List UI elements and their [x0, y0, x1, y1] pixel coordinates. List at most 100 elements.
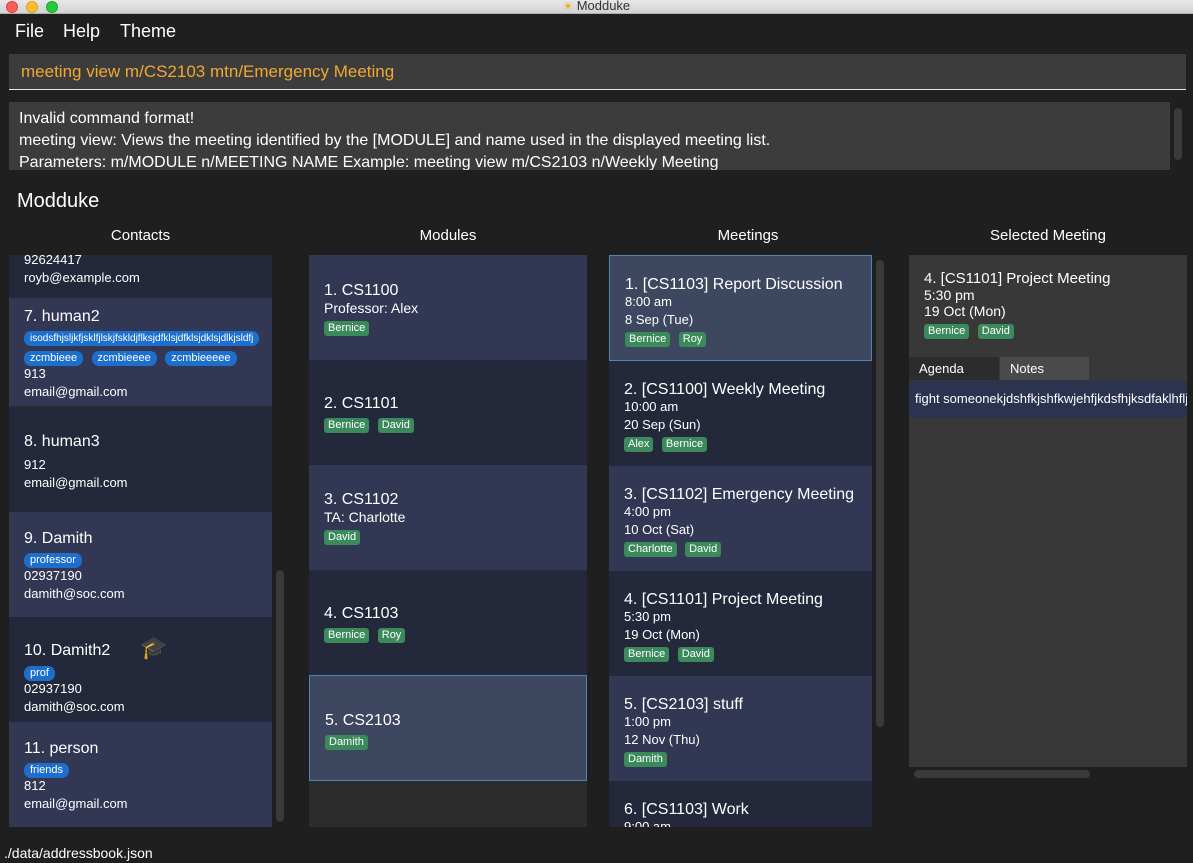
meeting-tags: Bernice David	[624, 644, 872, 662]
menu-file[interactable]: File	[15, 21, 44, 42]
contact-phone: 02937190	[24, 681, 82, 696]
contact-phone: 812	[24, 778, 46, 793]
contact-email: email@gmail.com	[24, 475, 128, 490]
contact-phone: 92624417	[24, 255, 82, 267]
app-title: Modduke	[17, 190, 100, 212]
result-scrollbar[interactable]	[1174, 108, 1182, 160]
meeting-date: 8 Sep (Tue)	[625, 312, 694, 327]
app-icon: ☀	[562, 1, 573, 13]
contact-tags: isodsfhjsljkfjsklfjlskjfskldjflksjdfklsj…	[24, 328, 272, 346]
meetings-scrollbar[interactable]	[876, 260, 884, 727]
contacts-header: Contacts	[110, 227, 171, 244]
module-card[interactable]: 5. CS2103 Damith	[309, 675, 587, 781]
contact-email: royb@example.com	[24, 270, 140, 285]
window-title-text: Modduke	[576, 0, 631, 13]
meeting-card[interactable]: 2. [CS1100] Weekly Meeting 10:00 am 20 S…	[609, 361, 872, 466]
window-title: ☀ Modduke	[0, 0, 1193, 13]
modules-list[interactable]: 1. CS1100 Professor: Alex Bernice 2. CS1…	[309, 255, 587, 827]
module-tags: Bernice	[324, 318, 587, 336]
contact-name: 9. Damith	[24, 530, 93, 547]
selected-meeting-name: 4. [CS1101] Project Meeting	[924, 270, 1111, 287]
contact-card[interactable]: 10. Damith2 🎓 prof 02937190 damith@soc.co…	[9, 617, 272, 722]
contact-name: 8. human3	[24, 433, 100, 450]
contact-card[interactable]: 7. human2 isodsfhjsljkfjsklfjlskjfskldjf…	[9, 298, 272, 406]
meeting-card[interactable]: 1. [CS1103] Report Discussion 8:00 am 8 …	[609, 255, 872, 361]
selected-meeting-header: Selected Meeting	[990, 227, 1106, 244]
tag: Alex	[624, 437, 654, 452]
contacts-scrollbar[interactable]	[276, 570, 284, 822]
tag: professor	[24, 553, 82, 568]
selected-meeting-date: 19 Oct (Mon)	[924, 303, 1006, 319]
meeting-date: 12 Nov (Thu)	[624, 732, 700, 747]
tag: Roy	[377, 628, 406, 643]
module-card[interactable]: 1. CS1100 Professor: Alex Bernice	[309, 255, 587, 360]
contact-email: damith@soc.com	[24, 586, 125, 601]
meeting-time: 5:30 pm	[624, 609, 671, 624]
tag: Bernice	[624, 647, 670, 662]
tab-agenda[interactable]: Agenda	[909, 357, 999, 380]
tag: Charlotte	[624, 542, 677, 557]
contact-phone: 912	[24, 457, 46, 472]
meeting-name: 3. [CS1102] Emergency Meeting	[624, 486, 855, 503]
contact-phone: 913	[24, 366, 46, 381]
result-line: meeting view: Views the meeting identifi…	[19, 132, 771, 149]
meeting-card[interactable]: 3. [CS1102] Emergency Meeting 4:00 pm 10…	[609, 466, 872, 571]
meeting-card[interactable]: 5. [CS2103] stuff 1:00 pm 12 Nov (Thu) D…	[609, 676, 872, 781]
menu-theme[interactable]: Theme	[120, 21, 176, 42]
status-bar-path: ./data/addressbook.json	[4, 845, 153, 861]
meeting-tags: Bernice Roy	[625, 329, 871, 347]
meeting-time: 1:00 pm	[624, 714, 671, 729]
module-tags: David	[324, 527, 587, 545]
meeting-tags: Charlotte David	[624, 539, 872, 557]
tag: David	[677, 647, 714, 662]
tag: Damith	[325, 735, 368, 750]
meeting-name: 5. [CS2103] stuff	[624, 696, 743, 713]
contact-card[interactable]: 11. person friends 812 email@gmail.com	[9, 722, 272, 827]
contact-email: email@gmail.com	[24, 384, 128, 399]
contacts-list[interactable]: 92624417 royb@example.com 7. human2 isod…	[9, 255, 272, 827]
module-card[interactable]: 4. CS1103 Bernice Roy	[309, 570, 587, 675]
tag: prof	[24, 666, 55, 681]
module-name: 3. CS1102	[324, 491, 399, 508]
contact-name: 7. human2	[24, 308, 100, 325]
selected-meeting-card: 4. [CS1101] Project Meeting 5:30 pm 19 O…	[909, 255, 1187, 339]
meeting-name: 1. [CS1103] Report Discussion	[625, 276, 843, 293]
menu-bar: File Help Theme	[0, 14, 1193, 52]
module-card[interactable]: 3. CS1102 TA: Charlotte David	[309, 465, 587, 570]
contact-card[interactable]: 8. human3 912 email@gmail.com	[9, 407, 272, 512]
contact-phone: 02937190	[24, 568, 82, 583]
contact-name-text: 10. Damith2	[24, 642, 111, 659]
result-display: Invalid command format! meeting view: Vi…	[9, 102, 1170, 170]
tag: Bernice	[661, 437, 708, 452]
meeting-time: 4:00 pm	[624, 504, 671, 519]
tag: Bernice	[625, 332, 671, 347]
command-input[interactable]	[9, 54, 1186, 89]
tab-notes[interactable]: Notes	[1000, 357, 1089, 380]
graduation-cap-icon: 🎓	[140, 635, 168, 660]
meeting-time: 8:00 am	[625, 294, 672, 309]
meetings-list[interactable]: 1. [CS1103] Report Discussion 8:00 am 8 …	[609, 255, 872, 827]
selected-meeting-hscrollbar[interactable]	[914, 770, 1090, 778]
meeting-card[interactable]: 4. [CS1101] Project Meeting 5:30 pm 19 O…	[609, 571, 872, 676]
command-box	[9, 54, 1186, 90]
selected-meeting-tags: Bernice David	[924, 321, 1187, 339]
tag: Bernice	[924, 324, 970, 339]
result-line: Parameters: m/MODULE n/MEETING NAME Exam…	[19, 154, 719, 170]
contact-card[interactable]: 92624417 royb@example.com	[9, 255, 272, 298]
tag: Bernice	[324, 418, 370, 433]
tag: David	[977, 324, 1014, 339]
menu-help[interactable]: Help	[63, 21, 100, 42]
contact-email: email@gmail.com	[24, 796, 128, 811]
contact-tags: prof	[24, 663, 272, 681]
module-card[interactable]: 2. CS1101 Bernice David	[309, 360, 587, 465]
selected-meeting-panel: 4. [CS1101] Project Meeting 5:30 pm 19 O…	[909, 255, 1187, 767]
tag: friends	[24, 763, 70, 778]
meeting-name: 4. [CS1101] Project Meeting	[624, 591, 823, 608]
meeting-card[interactable]: 6. [CS1103] Work 9:00 am	[609, 781, 872, 827]
contact-tags: friends	[24, 760, 272, 778]
module-name: 5. CS2103	[325, 712, 401, 729]
module-name: 1. CS1100	[324, 282, 399, 299]
contact-card[interactable]: 9. Damith professor 02937190 damith@soc.…	[9, 512, 272, 617]
module-role: TA: Charlotte	[324, 509, 406, 525]
meeting-date: 19 Oct (Mon)	[624, 627, 700, 642]
